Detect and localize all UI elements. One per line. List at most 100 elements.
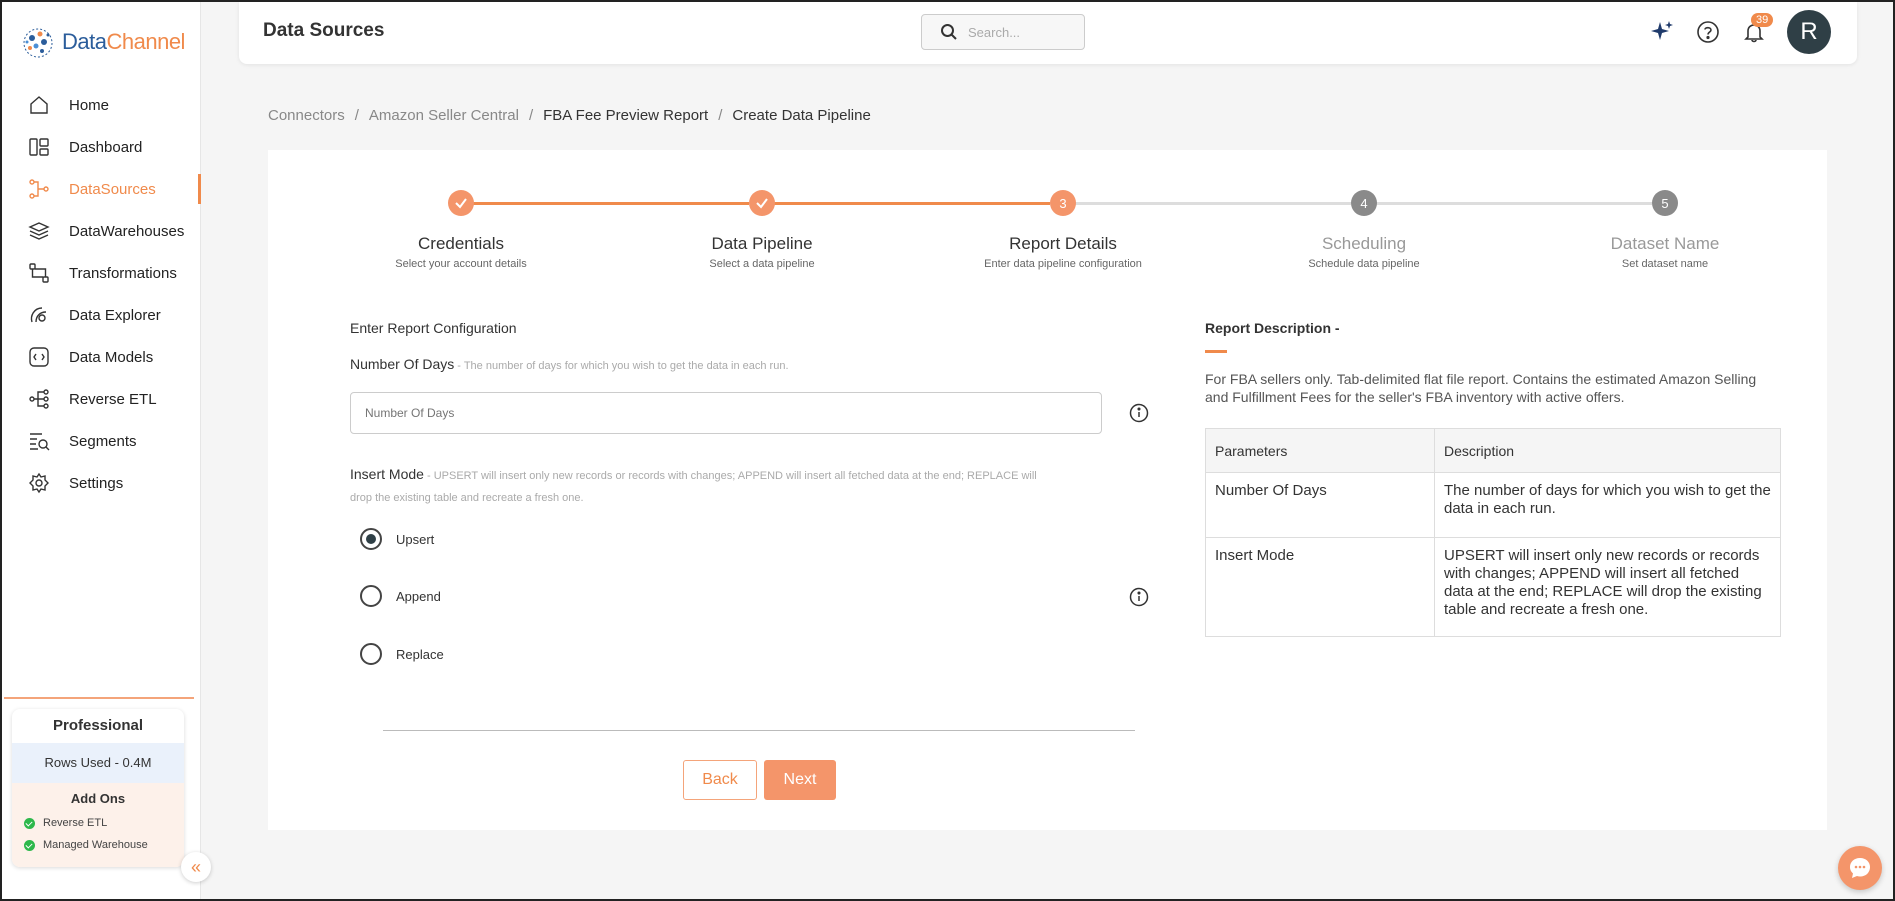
notification-bell-icon[interactable]: 39 <box>1741 13 1774 45</box>
logo-text: DataChannel <box>62 29 185 54</box>
main-panel: Credentials Select your account details … <box>268 150 1827 830</box>
double-chevron-left-icon: « <box>190 856 201 877</box>
breadcrumb-report[interactable]: FBA Fee Preview Report <box>543 107 708 124</box>
radio-append[interactable]: Append <box>360 585 441 607</box>
sidebar-item-label: Reverse ETL <box>69 390 157 408</box>
check-icon <box>756 198 768 209</box>
plan-card: Professional Rows Used - 0.4M Add Ons Re… <box>12 709 184 867</box>
plan-title: Professional <box>52 717 144 734</box>
addons-section: Add Ons Reverse ETL Managed Warehouse <box>12 783 184 867</box>
step-4-todo: 4 <box>1351 190 1377 216</box>
sidebar-item-label: Dashboard <box>69 138 143 156</box>
column-header: Parameters <box>1205 428 1435 473</box>
step-2-label: Data Pipeline <box>711 234 813 253</box>
sidebar-item-home[interactable]: Home <box>2 84 201 126</box>
sidebar-item-segments[interactable]: Segments <box>2 420 201 462</box>
rows-used: Rows Used - 0.4M <box>12 743 184 783</box>
plan-divider <box>4 697 194 699</box>
radio-button[interactable] <box>360 585 382 607</box>
radio-button[interactable] <box>360 643 382 665</box>
sidebar-item-label: Data Models <box>69 348 154 366</box>
sidebar-item-data-explorer[interactable]: Data Explorer <box>2 294 201 336</box>
chat-support-button[interactable] <box>1838 846 1882 890</box>
insert-mode-label: Insert Mode - UPSERT will insert only ne… <box>350 464 1050 508</box>
logo[interactable]: DataChannel <box>20 24 185 60</box>
sidebar-item-label: Transformations <box>69 264 177 282</box>
info-icon[interactable] <box>1129 403 1149 423</box>
sidebar-item-label: Home <box>69 96 110 114</box>
ai-sparkle-icon[interactable] <box>1649 19 1675 45</box>
radio-label: Replace <box>396 646 444 662</box>
radio-button-selected[interactable] <box>360 528 382 550</box>
sidebar-item-label: Settings <box>69 474 124 492</box>
sidebar-item-transformations[interactable]: Transformations <box>2 252 201 294</box>
breadcrumb-current: Create Data Pipeline <box>732 107 871 124</box>
step-4-label: Scheduling <box>1321 234 1407 253</box>
step-1-done <box>448 190 474 216</box>
table-row: Number Of Days The number of days for wh… <box>1205 472 1781 538</box>
search-input[interactable]: Search... <box>921 14 1085 50</box>
step-3-label: Report Details <box>1009 234 1117 253</box>
column-header: Description <box>1434 428 1781 473</box>
step-5-todo: 5 <box>1652 190 1678 216</box>
avatar[interactable]: R <box>1787 10 1831 54</box>
check-circle-icon <box>24 839 35 851</box>
breadcrumb-separator: / <box>718 107 723 124</box>
step-1-label: Credentials <box>418 234 504 253</box>
table-header-row: Parameters Description <box>1205 428 1781 473</box>
top-header: Data Sources Search... 39 R <box>239 2 1857 64</box>
sidebar-item-label: Data Explorer <box>69 306 161 324</box>
layers-icon <box>28 220 50 242</box>
sidebar-item-reverse-etl[interactable]: Reverse ETL <box>2 378 201 420</box>
sidebar-item-settings[interactable]: Settings <box>2 462 201 504</box>
addon-label: Managed Warehouse <box>43 839 148 851</box>
table-cell: Number Of Days <box>1205 472 1435 538</box>
sidebar-nav: Home Dashboard DataSources DataWarehouse… <box>2 84 201 504</box>
gear-icon <box>28 472 50 494</box>
field-hint: - UPSERT will insert only new records or… <box>350 470 1037 504</box>
dashboard-icon <box>28 136 50 158</box>
radio-replace[interactable]: Replace <box>360 643 444 665</box>
radio-upsert[interactable]: Upsert <box>360 528 434 550</box>
next-button[interactable]: Next <box>764 760 836 800</box>
step-1-sub: Select your account details <box>395 258 527 270</box>
number-of-days-input[interactable] <box>350 392 1102 434</box>
stepper-line-todo <box>1063 202 1351 205</box>
sidebar-item-datawarehouses[interactable]: DataWarehouses <box>2 210 201 252</box>
sidebar-item-label: DataWarehouses <box>69 222 185 240</box>
step-5-sub: Set dataset name <box>1621 258 1709 270</box>
number-of-days-label: Number Of Days - The number of days for … <box>350 356 789 372</box>
check-circle-icon <box>24 817 35 829</box>
sidebar-item-dashboard[interactable]: Dashboard <box>2 126 201 168</box>
step-2-sub: Select a data pipeline <box>709 258 815 270</box>
chat-bubble-icon <box>1850 858 1870 878</box>
stepper-line-done <box>461 202 749 205</box>
transform-icon <box>28 262 50 284</box>
parameters-table: Parameters Description Number Of Days Th… <box>1205 428 1781 637</box>
sidebar-item-data-models[interactable]: Data Models <box>2 336 201 378</box>
breadcrumb-connectors[interactable]: Connectors <box>268 107 345 124</box>
page-title: Data Sources <box>263 20 385 41</box>
help-icon[interactable] <box>1695 19 1721 45</box>
table-row: Insert Mode UPSERT will insert only new … <box>1205 537 1781 637</box>
header-actions: 39 R <box>1649 10 1831 54</box>
field-label: Insert Mode <box>350 466 424 482</box>
notification-badge: 39 <box>1751 13 1774 27</box>
search-icon <box>941 24 957 40</box>
info-icon[interactable] <box>1129 587 1149 607</box>
addon-item: Reverse ETL <box>12 812 184 834</box>
step-3-current: 3 <box>1050 190 1076 216</box>
check-icon <box>455 198 467 209</box>
reverse-etl-icon <box>28 388 50 410</box>
collapse-sidebar-button[interactable]: « <box>181 852 211 882</box>
step-4-sub: Schedule data pipeline <box>1308 258 1420 270</box>
table-cell: UPSERT will insert only new records or r… <box>1434 537 1781 637</box>
logo-mark-icon <box>23 28 53 58</box>
breadcrumb-amazon-seller-central[interactable]: Amazon Seller Central <box>369 107 519 124</box>
back-button[interactable]: Back <box>683 760 757 800</box>
stepper-line-done <box>762 202 1050 205</box>
sidebar-item-label: Segments <box>69 432 137 450</box>
report-description-title: Report Description - <box>1205 320 1340 336</box>
sidebar-item-datasources[interactable]: DataSources <box>2 168 201 210</box>
addon-item: Managed Warehouse <box>12 834 184 856</box>
